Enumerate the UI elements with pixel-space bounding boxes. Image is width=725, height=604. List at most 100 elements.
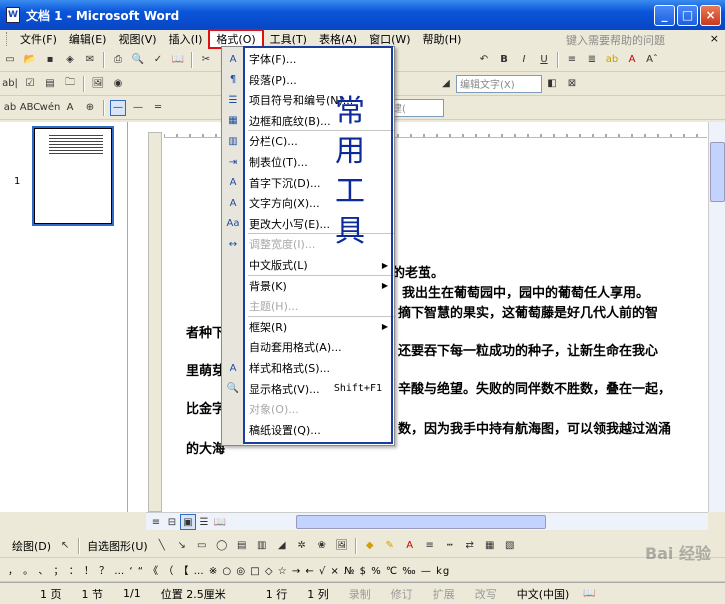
line-style-icon[interactable]: —: [110, 99, 126, 116]
font-color-icon[interactable]: A: [624, 52, 640, 68]
normal-view-icon[interactable]: ≡: [148, 514, 164, 530]
format-menu-item[interactable]: 中文版式(L) ▶: [222, 255, 394, 275]
menu-insert[interactable]: 插入(I): [163, 29, 209, 49]
underline-icon[interactable]: U: [536, 52, 552, 68]
doc-line-6: 里萌芽: [186, 364, 226, 379]
title-bar: W 文档 1 - Microsoft Word _ □ ×: [0, 0, 725, 30]
option-icon[interactable]: ◉: [110, 76, 126, 92]
new-document-icon[interactable]: ▭: [2, 52, 18, 68]
edit-text-combo[interactable]: 编辑文字(X): [456, 74, 542, 93]
outline-view-icon[interactable]: ☰: [196, 514, 212, 530]
checkbox-icon[interactable]: ☑: [22, 76, 38, 92]
textbox-icon[interactable]: ▤: [234, 538, 250, 554]
shadow-icon[interactable]: ▦: [482, 538, 498, 554]
align-left-icon[interactable]: ≡: [564, 52, 580, 68]
highlight-icon[interactable]: ab: [604, 52, 620, 68]
permission-icon[interactable]: ◈: [62, 52, 78, 68]
diagram-icon[interactable]: ✲: [294, 538, 310, 554]
line-icon[interactable]: ╲: [154, 538, 170, 554]
document-close-button[interactable]: ×: [710, 32, 719, 45]
select-objects-icon[interactable]: ↖: [57, 538, 73, 554]
autoshapes-menu[interactable]: 自选图形(U): [83, 538, 152, 554]
undo-icon[interactable]: ↶: [476, 52, 492, 68]
picture-icon[interactable]: 🖼: [90, 76, 106, 92]
format-menu-item[interactable]: 背景(K) ▶: [222, 276, 394, 296]
line-style-2-icon[interactable]: —: [130, 100, 146, 116]
format-menu-item[interactable]: 框架(R) ▶: [222, 317, 394, 337]
properties-icon[interactable]: 🗀: [62, 76, 78, 92]
close-button[interactable]: ×: [700, 5, 721, 26]
status-overtype[interactable]: 改写: [465, 586, 507, 602]
menu-item-label: 更改大小写(E)...: [249, 217, 331, 231]
rectangle-icon[interactable]: ▭: [194, 538, 210, 554]
menu-file[interactable]: 文件(F): [14, 29, 63, 49]
line-color-icon[interactable]: ✎: [382, 538, 398, 554]
word-app-icon[interactable]: W: [6, 7, 20, 23]
enclose-characters-icon[interactable]: ⊕: [82, 100, 98, 116]
status-record[interactable]: 录制: [339, 586, 381, 602]
menu-help[interactable]: 帮助(H): [417, 29, 468, 49]
phonetic-guide-icon[interactable]: ab: [2, 100, 18, 116]
print-icon[interactable]: ⎙: [110, 52, 126, 68]
line-style-icon[interactable]: ≡: [422, 538, 438, 554]
horizontal-scroll-thumb[interactable]: [296, 515, 546, 529]
menu-view[interactable]: 视图(V): [112, 29, 162, 49]
reading-view-icon[interactable]: 📖: [212, 514, 228, 530]
dash-style-icon[interactable]: ┅: [442, 538, 458, 554]
grow-font-icon[interactable]: Aˆ: [644, 52, 660, 68]
spelling-icon[interactable]: ✓: [150, 52, 166, 68]
symbol-strip[interactable]: ， 。 、 ； ： ！ ？ … ‘ “ 《 （ 【 … ※ ○ ◎ □ ◇ ☆ …: [8, 562, 450, 577]
draw-menu[interactable]: 绘图(D): [8, 538, 55, 554]
shape-icon[interactable]: ⊠: [564, 76, 580, 92]
help-search-input[interactable]: 键入需要帮助的问题: [566, 32, 665, 48]
format-menu-item[interactable]: ¶ 段落(P)...: [222, 70, 394, 90]
fill-color-icon[interactable]: ◆: [362, 538, 378, 554]
listbox-icon[interactable]: ▤: [42, 76, 58, 92]
menu-edit[interactable]: 编辑(E): [63, 29, 113, 49]
save-icon[interactable]: ▪: [42, 52, 58, 68]
arrow-style-icon[interactable]: ⇄: [462, 538, 478, 554]
vertical-scrollbar[interactable]: [708, 122, 725, 512]
web-view-icon[interactable]: ⊟: [164, 514, 180, 530]
format-menu-item[interactable]: 🔍 显示格式(V)... Shift+F1: [222, 379, 394, 399]
menubar-grip[interactable]: [6, 32, 10, 46]
bold-icon[interactable]: B: [496, 52, 512, 68]
email-icon[interactable]: ✉: [82, 52, 98, 68]
format-menu-item[interactable]: 稿纸设置(Q)...: [222, 420, 394, 440]
format-menu-item[interactable]: A 字体(F)...: [222, 49, 394, 69]
arrow-icon[interactable]: ↘: [174, 538, 190, 554]
3d-icon[interactable]: ▧: [502, 538, 518, 554]
minimize-button[interactable]: _: [654, 5, 675, 26]
insert-picture-icon[interactable]: 🖼: [334, 538, 350, 554]
double-line-icon[interactable]: ═: [150, 100, 166, 116]
character-shading-icon[interactable]: wén: [40, 100, 61, 116]
align-center-icon[interactable]: ≣: [584, 52, 600, 68]
character-border-icon[interactable]: ABC: [20, 100, 41, 116]
edit-text-icon[interactable]: ◢: [438, 76, 454, 92]
wordart-icon[interactable]: ◢: [274, 538, 290, 554]
oval-icon[interactable]: ◯: [214, 538, 230, 554]
text-box-icon[interactable]: ab|: [2, 76, 18, 92]
asian-layout-icon[interactable]: A: [62, 100, 78, 116]
doc-line-9: 数，因为我手中持有航海图，可以领我越过汹涌: [398, 422, 672, 437]
print-layout-view-icon[interactable]: ▣: [180, 514, 196, 530]
horizontal-scrollbar[interactable]: ≡ ⊟ ▣ ☰ 📖: [146, 512, 708, 530]
status-track-changes[interactable]: 修订: [381, 586, 423, 602]
format-menu-item[interactable]: A 样式和格式(S)...: [222, 358, 394, 378]
cut-icon[interactable]: ✂: [198, 52, 214, 68]
status-extend[interactable]: 扩展: [423, 586, 465, 602]
page-thumbnail[interactable]: [32, 126, 114, 226]
maximize-button[interactable]: □: [677, 5, 698, 26]
research-icon[interactable]: 📖: [170, 52, 186, 68]
spelling-status-icon[interactable]: 📖: [581, 586, 597, 602]
open-folder-icon[interactable]: 📂: [22, 52, 38, 68]
wordart-icon[interactable]: ◧: [544, 76, 560, 92]
vertical-scroll-thumb[interactable]: [710, 142, 725, 202]
format-menu-item[interactable]: 自动套用格式(A)...: [222, 337, 394, 357]
drawing-font-color-icon[interactable]: A: [402, 538, 418, 554]
vertical-textbox-icon[interactable]: ▥: [254, 538, 270, 554]
italic-icon[interactable]: I: [516, 52, 532, 68]
clipart-icon[interactable]: ❀: [314, 538, 330, 554]
vertical-ruler[interactable]: [148, 132, 162, 512]
print-preview-icon[interactable]: 🔍: [130, 52, 146, 68]
